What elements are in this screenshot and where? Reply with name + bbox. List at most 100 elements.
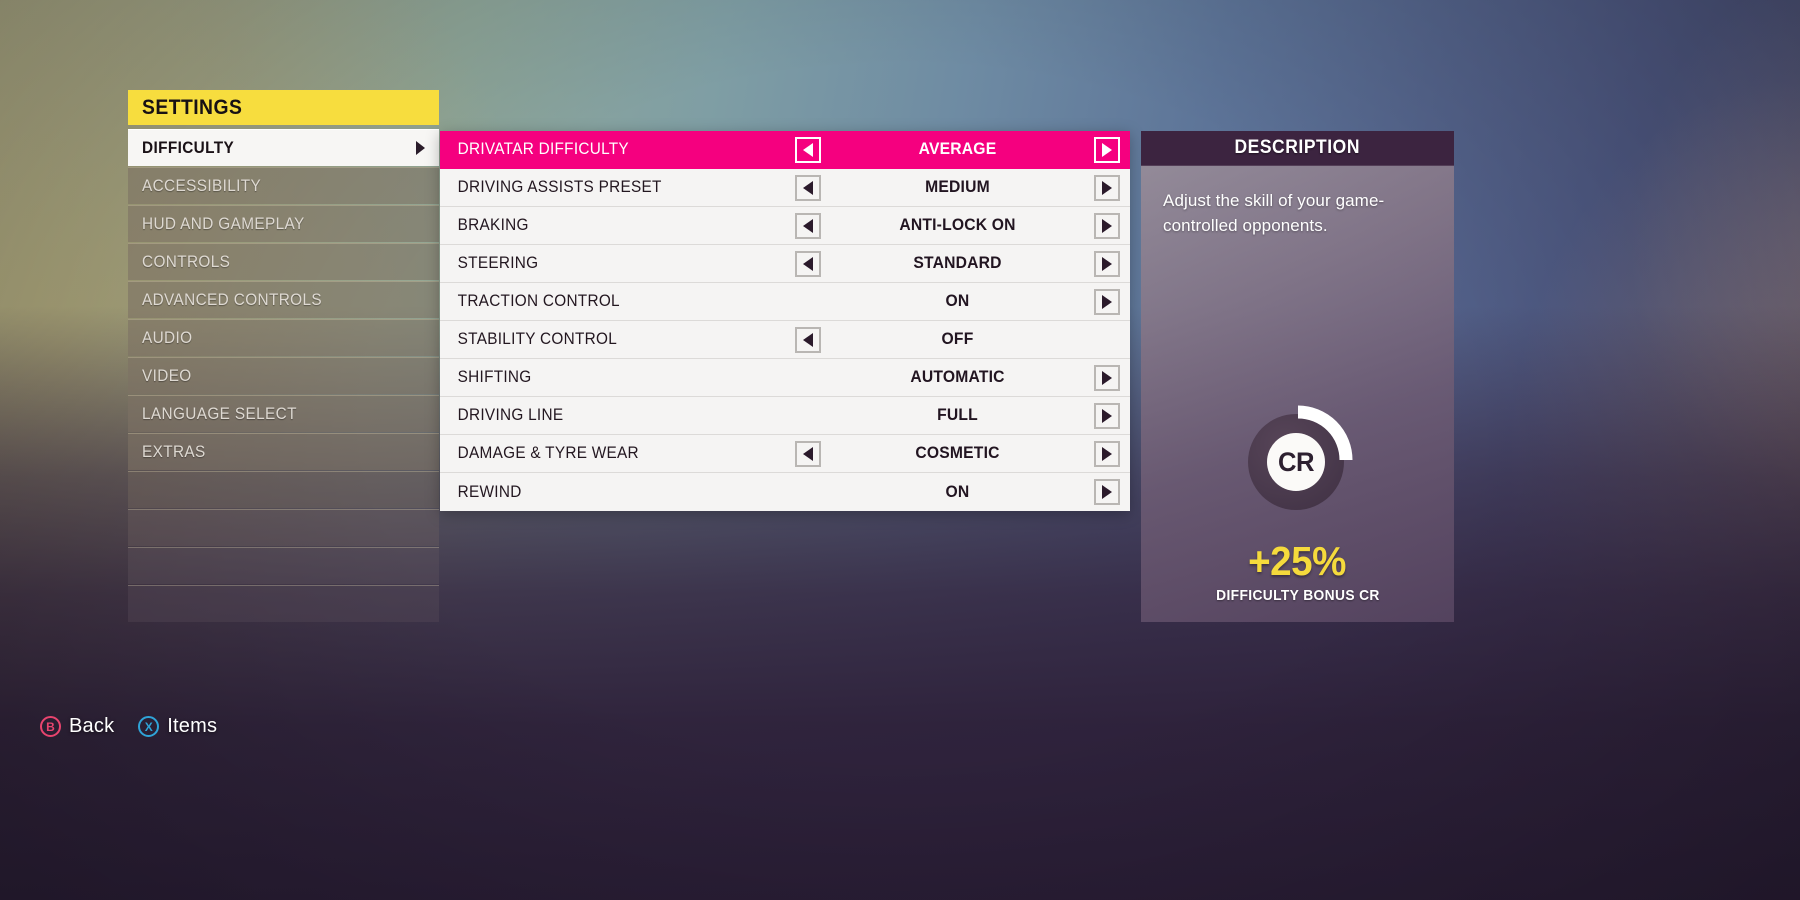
option-row[interactable]: DRIVATAR DIFFICULTY AVERAGE (440, 131, 1130, 169)
option-decrement-button[interactable] (785, 212, 831, 239)
description-text: Adjust the skill of your game-controlled… (1163, 191, 1385, 235)
option-row[interactable]: REWIND ON (440, 473, 1130, 511)
arrow-left-icon (795, 174, 821, 201)
option-decrement-button[interactable] (785, 136, 831, 163)
sidebar-item-label: EXTRAS (142, 442, 206, 461)
option-label: STEERING (457, 254, 539, 272)
settings-column: SETTINGS DIFFICULTY ACCESSIBILITY HUD AND … (128, 90, 439, 623)
option-decrement-button (785, 289, 831, 315)
option-value: STANDARD (913, 254, 1002, 272)
gamepad-button-b-icon: B (40, 716, 61, 737)
arrow-left-icon (795, 326, 821, 353)
option-increment-button[interactable] (1084, 440, 1130, 467)
sidebar-item-difficulty[interactable]: DIFFICULTY (128, 129, 439, 166)
sidebar-item-label: CONTROLS (142, 252, 231, 271)
settings-header: SETTINGS (128, 90, 439, 125)
sidebar-item-label: ADVANCED CONTROLS (142, 290, 322, 309)
sidebar-item-label: VIDEO (142, 366, 192, 385)
sidebar-item-label: ACCESSIBILITY (142, 176, 262, 195)
gamepad-button-x-icon: X (138, 716, 160, 737)
option-increment-button[interactable] (1084, 174, 1130, 201)
sidebar-item-advanced-controls[interactable]: ADVANCED CONTROLS (128, 281, 439, 318)
option-value: ON (945, 482, 970, 501)
arrow-right-icon (1094, 212, 1120, 239)
option-increment-button[interactable] (1084, 250, 1130, 277)
option-row[interactable]: SHIFTING AUTOMATIC (440, 359, 1130, 397)
option-decrement-button[interactable] (785, 250, 831, 277)
sidebar-item-label: HUD AND GAMEPLAY (142, 214, 305, 233)
option-row[interactable]: DRIVING ASSISTS PRESET MEDIUM (440, 169, 1130, 207)
arrow-right-icon (1094, 440, 1120, 467)
description-panel: DESCRIPTION Adjust the skill of your gam… (1141, 131, 1454, 622)
option-increment-button[interactable] (1084, 288, 1130, 315)
prompt-items[interactable]: X Items (138, 715, 217, 738)
option-increment-button (1084, 327, 1130, 353)
option-increment-button[interactable] (1084, 479, 1130, 505)
option-row[interactable]: STABILITY CONTROL OFF (440, 321, 1130, 359)
arrow-right-icon (1094, 364, 1120, 391)
sidebar-empty-row (128, 471, 439, 508)
option-value: AVERAGE (918, 140, 997, 158)
option-value: OFF (941, 330, 974, 348)
credit-bonus-block: CR +25% DIFFICULTY BONUS CR (1141, 404, 1454, 604)
option-value: AUTOMATIC (910, 368, 1005, 386)
sidebar-empty-row (128, 585, 439, 622)
sidebar-item-language-select[interactable]: LANGUAGE SELECT (128, 395, 439, 432)
arrow-left-icon (795, 250, 821, 277)
option-label: REWIND (457, 482, 522, 501)
sidebar-item-label: LANGUAGE SELECT (142, 404, 297, 423)
prompt-back[interactable]: B Back (40, 715, 114, 738)
difficulty-options-panel[interactable]: DRIVATAR DIFFICULTY AVERAGE DRIVING ASSIST… (440, 131, 1130, 511)
sidebar-item-video[interactable]: VIDEO (128, 357, 439, 394)
option-decrement-button (785, 479, 831, 505)
option-decrement-button[interactable] (785, 174, 831, 201)
option-increment-button[interactable] (1084, 136, 1130, 163)
prompt-label: Items (167, 715, 218, 737)
sidebar-item-accessibility[interactable]: ACCESSIBILITY (128, 167, 439, 204)
description-body: Adjust the skill of your game-controlled… (1141, 166, 1454, 622)
option-value: MEDIUM (925, 178, 990, 196)
arrow-right-icon (1094, 288, 1120, 315)
option-decrement-button[interactable] (785, 440, 831, 467)
option-label: STABILITY CONTROL (457, 330, 618, 348)
option-increment-button[interactable] (1084, 212, 1130, 239)
sidebar-item-hud-and-gameplay[interactable]: HUD AND GAMEPLAY (128, 205, 439, 242)
sidebar-item-controls[interactable]: CONTROLS (128, 243, 439, 280)
sidebar-empty-row (128, 547, 439, 584)
arrow-left-icon (795, 136, 821, 163)
option-value: COSMETIC (915, 444, 1000, 462)
option-label: DRIVING LINE (457, 406, 564, 424)
arrow-left-icon (795, 212, 821, 239)
option-decrement-button (785, 403, 831, 429)
arrow-right-icon (1094, 174, 1120, 201)
option-row[interactable]: DRIVING LINE FULL (440, 397, 1130, 435)
arrow-right-icon (1094, 136, 1120, 163)
option-row[interactable]: STEERING STANDARD (440, 245, 1130, 283)
option-increment-button[interactable] (1084, 402, 1130, 429)
credit-label: CR (1277, 446, 1314, 477)
sidebar-item-label: AUDIO (142, 328, 193, 347)
option-label: DAMAGE & TYRE WEAR (457, 444, 639, 462)
option-row[interactable]: DAMAGE & TYRE WEAR COSMETIC (440, 435, 1130, 473)
option-label: BRAKING (457, 216, 529, 234)
option-value: ON (945, 292, 970, 310)
difficulty-bonus-percent: +25% (1248, 538, 1347, 584)
option-decrement-button[interactable] (785, 326, 831, 353)
option-row[interactable]: TRACTION CONTROL ON (440, 283, 1130, 321)
sidebar-item-extras[interactable]: EXTRAS (128, 433, 439, 470)
button-prompt-bar: B Back X Items (40, 715, 217, 738)
arrow-right-icon (1094, 402, 1120, 429)
sidebar-item-audio[interactable]: AUDIO (128, 319, 439, 356)
settings-category-list[interactable]: DIFFICULTY ACCESSIBILITY HUD AND GAMEPLAY C… (128, 129, 439, 622)
option-row[interactable]: BRAKING ANTI-LOCK ON (440, 207, 1130, 245)
option-increment-button[interactable] (1084, 364, 1130, 391)
option-value: FULL (937, 406, 978, 424)
description-header: DESCRIPTION (1141, 131, 1454, 166)
option-decrement-button (785, 365, 831, 391)
page-title: SETTINGS (142, 95, 243, 119)
option-label: SHIFTING (457, 368, 532, 386)
prompt-label: Back (69, 715, 115, 737)
arrow-right-icon (1094, 479, 1120, 505)
description-title: DESCRIPTION (1234, 137, 1361, 158)
difficulty-bonus-caption: DIFFICULTY BONUS CR (1215, 587, 1380, 604)
